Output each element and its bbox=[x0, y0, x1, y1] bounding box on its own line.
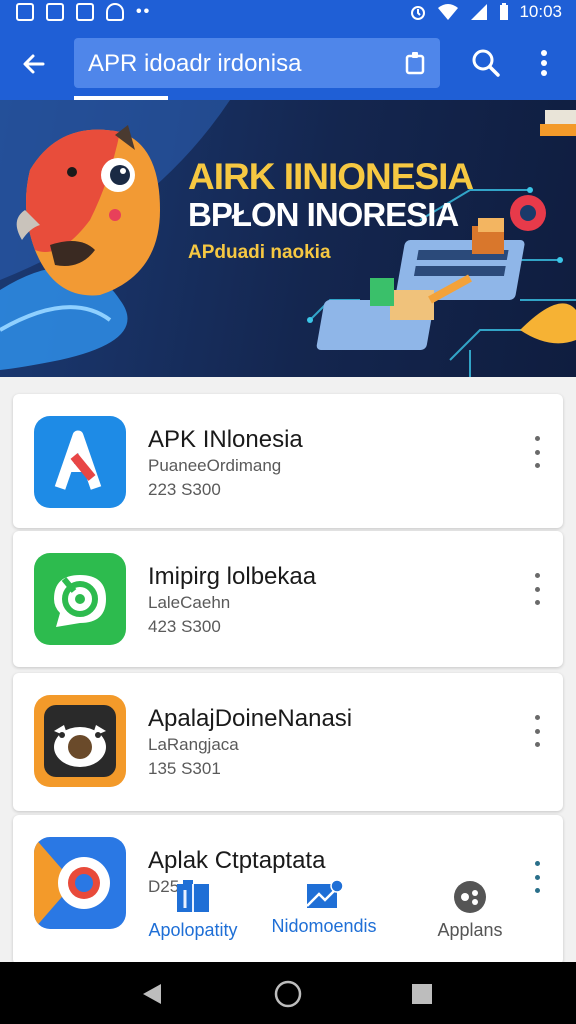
square-recents-icon bbox=[412, 984, 432, 1004]
banner-title: AIRK IINIONESIA bbox=[188, 156, 474, 197]
system-navigation-bar bbox=[0, 962, 576, 1024]
list-item[interactable]: ApalajDoineNanasi LaRangjaca 135 S301 bbox=[13, 673, 563, 811]
status-time: 10:03 bbox=[519, 2, 562, 21]
signal-icon bbox=[471, 4, 488, 20]
tab-label: Applans bbox=[437, 920, 503, 940]
tab-label: Apolopatity bbox=[148, 920, 238, 940]
search-query-text: APR idoadr irdonisa bbox=[88, 50, 302, 77]
cow-face-icon bbox=[34, 695, 126, 787]
chat-target-icon bbox=[34, 553, 126, 645]
tab-label: Nidomoendis bbox=[271, 916, 377, 936]
status-bar: •• 10:03 bbox=[0, 0, 576, 26]
back-button[interactable] bbox=[14, 44, 54, 84]
app-count: 423 S300 bbox=[148, 617, 221, 636]
app-developer: PuaneeOrdimang bbox=[148, 456, 282, 475]
clipboard-button[interactable] bbox=[400, 48, 430, 78]
banner-tagline: APduadi naokia bbox=[188, 242, 331, 263]
battery-icon bbox=[500, 3, 509, 20]
wifi-icon bbox=[438, 4, 459, 20]
app-name: Aplak Ctptaptata bbox=[148, 847, 326, 874]
circle-home-icon bbox=[274, 980, 302, 1008]
tab-applans[interactable]: Applans bbox=[424, 880, 516, 941]
calendar-icon bbox=[46, 3, 64, 21]
list-item[interactable]: Imipirg lolbekaa LaleCaehn 423 S300 bbox=[13, 531, 563, 667]
search-input[interactable]: APR idoadr irdonisa bbox=[74, 38, 440, 88]
row-overflow-button[interactable] bbox=[527, 711, 547, 751]
promo-banner[interactable]: AIRK IINIONESIA BPŁON INORESIA APduadi n… bbox=[0, 100, 576, 377]
row-overflow-button[interactable] bbox=[527, 432, 547, 472]
status-system: 10:03 bbox=[409, 2, 562, 22]
nav-home-button[interactable] bbox=[272, 978, 304, 1010]
more-vertical-icon bbox=[541, 50, 547, 76]
book-icon bbox=[177, 880, 209, 912]
tab-apolopatity[interactable]: Apolopatity bbox=[140, 880, 246, 941]
list-item[interactable]: APK INlonesia PuaneeOrdimang 223 S300 bbox=[13, 394, 563, 528]
alarm-icon bbox=[411, 6, 426, 20]
mail-icon bbox=[306, 880, 343, 908]
bottom-navigation: Apolopatity Nidomoendis Applans bbox=[0, 872, 576, 962]
home-notification-icon bbox=[106, 3, 124, 21]
apk-a-icon bbox=[34, 416, 126, 508]
search-button[interactable] bbox=[466, 43, 506, 83]
app-name: APK INlonesia bbox=[148, 426, 303, 453]
app-count: 135 S301 bbox=[148, 759, 221, 778]
overflow-menu-button[interactable] bbox=[528, 43, 560, 83]
row-overflow-button[interactable] bbox=[527, 569, 547, 609]
app-developer: LaRangjaca bbox=[148, 735, 239, 754]
nav-recents-button[interactable] bbox=[406, 978, 438, 1010]
arrow-left-icon bbox=[23, 54, 45, 74]
tab-nidomoendis[interactable]: Nidomoendis bbox=[268, 880, 380, 937]
triangle-back-icon bbox=[143, 984, 161, 1004]
status-notifications: •• bbox=[16, 3, 151, 21]
apps-circle-icon bbox=[454, 881, 486, 913]
clipboard-icon bbox=[405, 52, 425, 75]
app-developer: LaleCaehn bbox=[148, 593, 231, 612]
app-name: ApalajDoineNanasi bbox=[148, 705, 353, 732]
notification-icon bbox=[16, 3, 34, 21]
app-name: Imipirg lolbekaa bbox=[148, 563, 317, 590]
banner-artwork bbox=[0, 100, 576, 377]
banner-subtitle: BPŁON INORESIA bbox=[188, 196, 459, 233]
nav-back-button[interactable] bbox=[136, 978, 168, 1010]
search-icon bbox=[472, 49, 500, 77]
more-notifications-icon: •• bbox=[136, 3, 152, 20]
gallery-icon bbox=[76, 3, 94, 21]
app-count: 223 S300 bbox=[148, 480, 221, 499]
app-bar: APR idoadr irdonisa bbox=[0, 26, 576, 100]
